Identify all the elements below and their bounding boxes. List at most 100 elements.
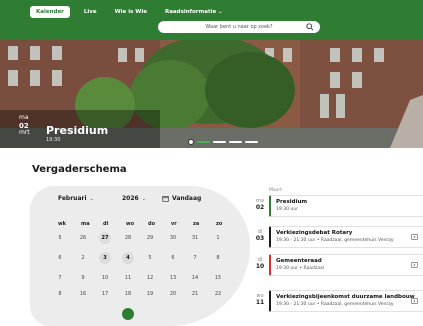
calendar-day[interactable]: 10 xyxy=(99,272,111,284)
event-date: di 10 xyxy=(254,257,266,271)
year-label: 2026 xyxy=(122,195,139,202)
weekday-header: wo xyxy=(126,221,135,227)
carousel-slide-2[interactable] xyxy=(213,141,226,143)
event-day-number: 03 xyxy=(255,235,265,243)
event-title: Gemeenteraad xyxy=(276,258,322,264)
selected-day-indicator[interactable] xyxy=(122,308,134,320)
month-label: Februari xyxy=(58,195,87,202)
weekday-header: za xyxy=(193,221,200,227)
weekday-header: zo xyxy=(216,221,223,227)
nav-kalender[interactable]: Kalender xyxy=(30,6,70,18)
event-title: Presidium xyxy=(276,199,308,205)
calendar-day[interactable]: 8 xyxy=(212,252,224,264)
carousel-slide-1[interactable] xyxy=(197,141,210,143)
event-meta: 19:30 - 21:30 uur • Raadzaal, gemeentehu… xyxy=(276,302,394,307)
calendar-day[interactable]: 3 xyxy=(99,252,111,264)
event-card[interactable]: Presidium 19:30 uur xyxy=(269,195,423,217)
calendar-day[interactable]: 13 xyxy=(167,272,179,284)
event-meta: 19:30 uur xyxy=(276,207,298,212)
weekday-header: do xyxy=(148,221,156,227)
nav-raadsinformatie-label: Raadsinformatie xyxy=(164,9,217,15)
week-number: 5 xyxy=(58,235,62,241)
calendar-day[interactable]: 16 xyxy=(77,288,89,300)
event-day-number: 11 xyxy=(255,299,265,307)
event-item[interactable]: di 10 Gemeenteraad 19:30 uur • Raadzaal xyxy=(254,254,423,276)
weekday-header: vr xyxy=(171,221,177,227)
hero-month: mrt xyxy=(19,128,30,136)
chevron-down-icon: ⌄ xyxy=(218,9,223,15)
event-title: Verkiezingsbijeenkomst duurzame landbouw xyxy=(276,294,415,300)
calendar-day[interactable]: 9 xyxy=(77,272,89,284)
chevron-down-icon: ⌄ xyxy=(89,195,94,202)
calendar-day[interactable]: 30 xyxy=(167,232,179,244)
event-day-number: 02 xyxy=(255,204,265,212)
calendar-day[interactable]: 5 xyxy=(144,252,156,264)
week-number: 8 xyxy=(58,291,62,297)
calendar-day[interactable]: 11 xyxy=(122,272,134,284)
video-icon[interactable] xyxy=(411,234,418,240)
event-date: di 03 xyxy=(254,229,266,243)
calendar-day[interactable]: 12 xyxy=(144,272,156,284)
calendar-day[interactable]: 31 xyxy=(189,232,201,244)
event-card[interactable]: Verkiezingsdebat Rotary 19:30 - 21:30 uur… xyxy=(269,226,423,248)
calendar-day[interactable]: 21 xyxy=(189,288,201,300)
event-card[interactable]: Gemeenteraad 19:30 uur • Raadzaal xyxy=(269,254,423,276)
hero-time: 19:30 xyxy=(46,137,61,143)
calendar-day[interactable]: 28 xyxy=(122,232,134,244)
event-item[interactable]: ma 02 Presidium 19:30 uur xyxy=(254,195,423,217)
weekday-header: di xyxy=(103,221,109,227)
nav-wie-is-wie[interactable]: Wie is Wie xyxy=(111,6,151,18)
calendar-day[interactable]: 1 xyxy=(212,232,224,244)
event-item[interactable]: di 03 Verkiezingsdebat Rotary 19:30 - 21:30… xyxy=(254,226,423,248)
today-label: Vandaag xyxy=(172,195,202,202)
event-title: Verkiezingsdebat Rotary xyxy=(276,230,353,236)
calendar-icon xyxy=(162,196,169,202)
week-number: 7 xyxy=(58,275,62,281)
calendar-day[interactable]: 14 xyxy=(189,272,201,284)
today-button[interactable]: Vandaag xyxy=(162,195,201,202)
event-meta: 19:30 uur • Raadzaal xyxy=(276,266,324,271)
calendar-day[interactable]: 20 xyxy=(167,288,179,300)
calendar-day[interactable]: 6 xyxy=(167,252,179,264)
carousel-slide-4[interactable] xyxy=(245,141,258,143)
video-icon[interactable] xyxy=(411,262,418,268)
video-icon[interactable] xyxy=(411,298,418,304)
calendar-day[interactable]: 19 xyxy=(144,288,156,300)
hero-date: ma 02 mrt xyxy=(19,114,30,137)
weekday-header: wk xyxy=(58,221,66,227)
event-meta: 19:30 - 21:30 uur • Raadzaal, gemeentehu… xyxy=(276,238,394,243)
search-input[interactable]: Waar bent u naar op zoek? xyxy=(158,21,320,33)
nav-live[interactable]: Live xyxy=(80,6,101,18)
event-date: wo 11 xyxy=(254,293,266,307)
carousel-pause-button[interactable] xyxy=(188,139,194,145)
year-select[interactable]: 2026 ⌄ xyxy=(122,195,146,202)
section-title: Vergaderschema xyxy=(32,164,127,175)
event-card[interactable]: Verkiezingsbijeenkomst duurzame landbouw… xyxy=(269,290,423,312)
calendar-day[interactable]: 15 xyxy=(212,272,224,284)
events-month-label: Maart xyxy=(269,188,283,193)
week-number: 6 xyxy=(58,255,62,261)
calendar-day[interactable]: 4 xyxy=(122,252,134,264)
calendar-day[interactable]: 29 xyxy=(144,232,156,244)
chevron-down-icon: ⌄ xyxy=(141,195,146,202)
calendar-day[interactable]: 26 xyxy=(77,232,89,244)
calendar-day[interactable]: 18 xyxy=(122,288,134,300)
month-select[interactable]: Februari ⌄ xyxy=(58,195,94,202)
event-item[interactable]: wo 11 Verkiezingsbijeenkomst duurzame land… xyxy=(254,290,423,312)
calendar-day[interactable]: 27 xyxy=(99,232,111,244)
event-date: ma 02 xyxy=(254,198,266,212)
nav-raadsinformatie[interactable]: Raadsinformatie ⌄ xyxy=(161,6,227,18)
hero-banner[interactable]: ma 02 mrt Presidium 19:30 xyxy=(0,40,423,148)
calendar-day[interactable]: 17 xyxy=(99,288,111,300)
carousel-slide-3[interactable] xyxy=(229,141,242,143)
calendar-day[interactable]: 7 xyxy=(189,252,201,264)
search-icon[interactable] xyxy=(306,23,314,31)
calendar-day[interactable]: 2 xyxy=(77,252,89,264)
event-day-number: 10 xyxy=(255,263,265,271)
search-placeholder: Waar bent u naar op zoek? xyxy=(205,24,273,30)
top-bar: Kalender Live Wie is Wie Raadsinformatie… xyxy=(0,0,423,40)
main-nav: Kalender Live Wie is Wie Raadsinformatie… xyxy=(30,6,227,18)
weekday-header: ma xyxy=(81,221,90,227)
carousel-indicators xyxy=(188,139,258,145)
calendar-day[interactable]: 22 xyxy=(212,288,224,300)
